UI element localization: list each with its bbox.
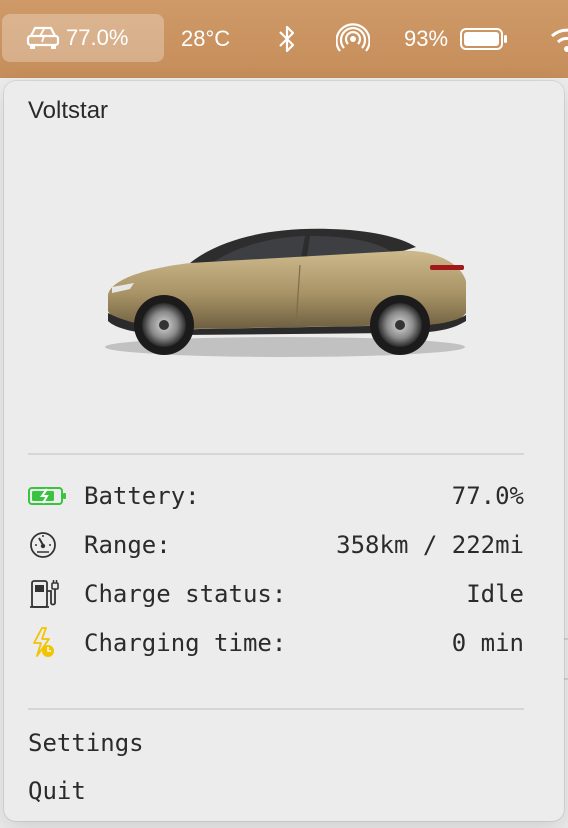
stat-row-charge-status: Charge status: Idle	[28, 574, 524, 614]
system-battery-percent: 93%	[404, 26, 449, 51]
stat-row-charging-time: Charging time: 0 min	[28, 623, 524, 663]
charge-status-label: Charge status:	[84, 580, 287, 608]
car-image	[105, 228, 466, 357]
car-icon	[26, 26, 60, 49]
ev-charger-icon	[28, 574, 68, 614]
stat-row-range: Range: 358km / 222mi	[28, 525, 524, 565]
airdrop-icon[interactable]	[336, 0, 370, 78]
charging-time-label: Charging time:	[84, 629, 287, 657]
menu-bar: 77.0% 28°C 93%	[0, 0, 568, 78]
settings-menu-item[interactable]: Settings	[28, 723, 144, 763]
menu-separator	[28, 708, 524, 710]
bluetooth-icon[interactable]	[276, 0, 298, 78]
menubar-temperature[interactable]: 28°C	[181, 0, 230, 78]
battery-icon	[460, 28, 508, 50]
quit-menu-item[interactable]: Quit	[28, 771, 86, 811]
menu-separator	[28, 453, 524, 455]
charging-time-icon	[28, 623, 68, 663]
charging-time-value: 0 min	[451, 629, 524, 657]
menu-title: Voltstar	[28, 97, 109, 124]
wifi-icon[interactable]	[550, 0, 568, 78]
menubar-car-battery: 77.0%	[66, 25, 129, 50]
stat-row-battery: Battery: 77.0%	[28, 476, 524, 516]
battery-value: 77.0%	[451, 482, 524, 510]
range-label: Range:	[84, 531, 171, 559]
system-battery[interactable]: 93%	[404, 0, 508, 78]
battery-charging-icon	[28, 476, 68, 516]
charge-status-value: Idle	[466, 580, 524, 608]
battery-label: Battery:	[84, 482, 200, 510]
range-value: 358km / 222mi	[336, 531, 524, 559]
voltstar-menu: Voltstar Battery: 77.0% Range: 358km / 2…	[4, 81, 564, 821]
voltstar-menubar-item[interactable]: 77.0%	[2, 14, 164, 62]
speedometer-icon	[28, 525, 68, 565]
